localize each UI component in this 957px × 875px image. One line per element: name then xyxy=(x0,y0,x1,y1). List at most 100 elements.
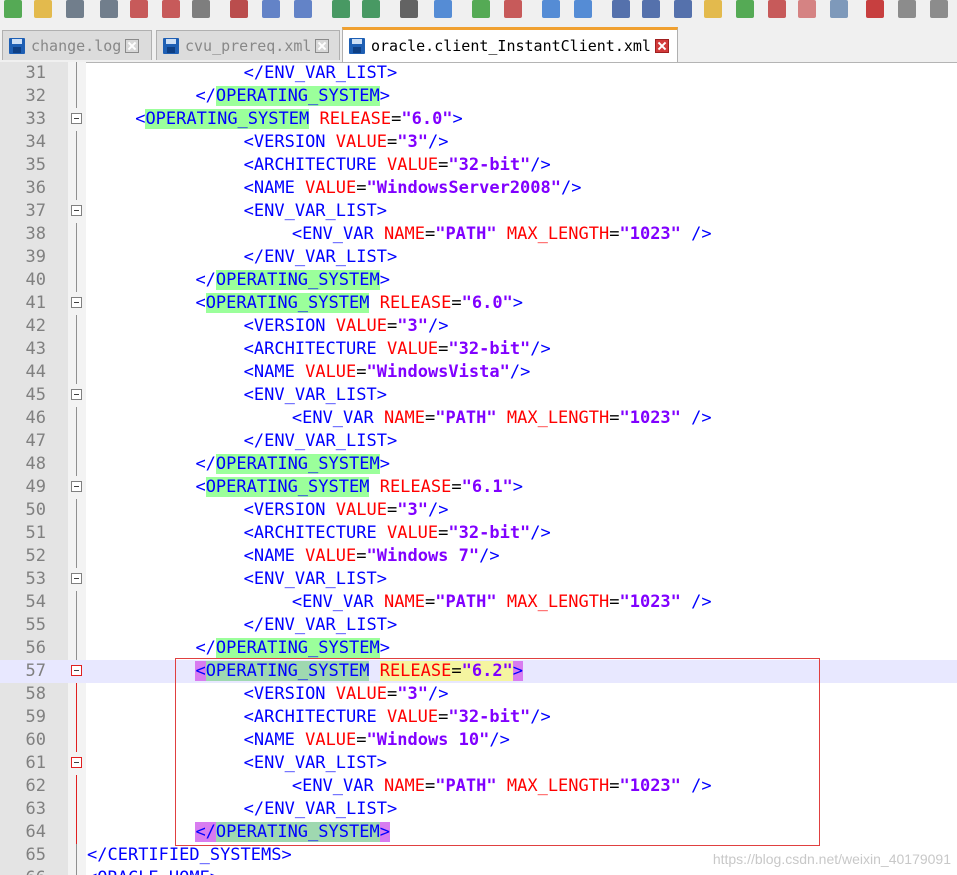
undo-icon[interactable] xyxy=(332,0,350,18)
fold-guide xyxy=(76,453,77,476)
save-all-icon[interactable] xyxy=(100,0,118,18)
fold-toggle-icon[interactable] xyxy=(71,665,82,676)
close-tab-icon[interactable] xyxy=(654,39,669,53)
cut-icon[interactable] xyxy=(230,0,248,18)
code-line[interactable]: 42 <VERSION VALUE="3"/> xyxy=(0,315,957,338)
fold-guide xyxy=(76,154,77,177)
token: < xyxy=(243,201,254,221)
close-tab-icon[interactable] xyxy=(315,38,330,53)
find-icon[interactable] xyxy=(400,0,418,18)
token: VALUE xyxy=(386,155,439,175)
fold-guide xyxy=(76,637,77,660)
line-number: 60 xyxy=(25,730,46,750)
code-line[interactable]: 33 <OPERATING_SYSTEM RELEASE="6.0"> xyxy=(0,108,957,131)
code-line[interactable]: 43 <ARCHITECTURE VALUE="32-bit"/> xyxy=(0,338,957,361)
fold-toggle-icon[interactable] xyxy=(71,297,82,308)
show-all-chars-icon[interactable] xyxy=(642,0,660,18)
fold-toggle-icon[interactable] xyxy=(71,481,82,492)
play-macro-icon[interactable] xyxy=(930,0,948,18)
paste-icon[interactable] xyxy=(294,0,312,18)
token: "6.0" xyxy=(401,109,453,129)
token: ENV_VAR_LIST xyxy=(264,615,387,635)
code-line[interactable]: 50 <VERSION VALUE="3"/> xyxy=(0,499,957,522)
code-line[interactable]: 36 <NAME VALUE="WindowsServer2008"/> xyxy=(0,177,957,200)
code-line[interactable]: 38 <ENV_VAR NAME="PATH" MAX_LENGTH="1023"… xyxy=(0,223,957,246)
indent-guide-icon[interactable] xyxy=(674,0,692,18)
fold-toggle-icon[interactable] xyxy=(71,205,82,216)
code-line[interactable]: 34 <VERSION VALUE="3"/> xyxy=(0,131,957,154)
code-line[interactable]: 40 </OPERATING_SYSTEM> xyxy=(0,269,957,292)
code-line[interactable]: 51 <ARCHITECTURE VALUE="32-bit"/> xyxy=(0,522,957,545)
fold-guide xyxy=(76,775,77,798)
code-line[interactable]: 39 </ENV_VAR_LIST> xyxy=(0,246,957,269)
token: OPERATING_SYSTEM xyxy=(145,109,310,129)
token: OPERATING_SYSTEM xyxy=(215,86,380,106)
code-line[interactable]: 48 </OPERATING_SYSTEM> xyxy=(0,453,957,476)
code-line[interactable]: 37 <ENV_VAR_LIST> xyxy=(0,200,957,223)
token: = xyxy=(356,546,367,566)
code-line[interactable]: 31 </ENV_VAR_LIST> xyxy=(0,62,957,85)
fold-guide xyxy=(76,729,77,752)
close-tab-icon[interactable] xyxy=(125,38,140,53)
code-line[interactable]: 49 <OPERATING_SYSTEM RELEASE="6.1"> xyxy=(0,476,957,499)
redo-icon[interactable] xyxy=(362,0,380,18)
code-line[interactable]: 32 </OPERATING_SYSTEM> xyxy=(0,85,957,108)
new-file-icon[interactable] xyxy=(4,0,22,18)
tab-oracle-client-instantclient-xml[interactable]: oracle.client_InstantClient.xml xyxy=(342,27,678,62)
close-all-icon[interactable] xyxy=(162,0,180,18)
token: MAX_LENGTH xyxy=(506,224,610,244)
replace-icon[interactable] xyxy=(434,0,452,18)
code-line[interactable]: 45 <ENV_VAR_LIST> xyxy=(0,384,957,407)
record-macro-icon[interactable] xyxy=(866,0,884,18)
token: ENV_VAR xyxy=(302,592,374,612)
sync-h-icon[interactable] xyxy=(574,0,592,18)
token: < xyxy=(243,569,254,589)
stop-macro-icon[interactable] xyxy=(898,0,916,18)
code-line[interactable]: 66 <ORACLE_HOME> xyxy=(0,867,957,875)
folder-workspace-icon[interactable] xyxy=(798,0,816,18)
token: /> xyxy=(691,408,712,428)
code-text: </ENV_VAR_LIST> xyxy=(244,430,398,453)
copy-icon[interactable] xyxy=(262,0,280,18)
sync-v-icon[interactable] xyxy=(542,0,560,18)
zoom-in-icon[interactable] xyxy=(472,0,490,18)
doc-map-icon[interactable] xyxy=(736,0,754,18)
code-text: <VERSION VALUE="3"/> xyxy=(244,131,449,154)
print-icon[interactable] xyxy=(192,0,210,18)
code-line[interactable]: 46 <ENV_VAR NAME="PATH" MAX_LENGTH="1023"… xyxy=(0,407,957,430)
monitor-icon[interactable] xyxy=(830,0,848,18)
close-icon[interactable] xyxy=(130,0,148,18)
code-line[interactable]: 53 <ENV_VAR_LIST> xyxy=(0,568,957,591)
function-list-icon[interactable] xyxy=(768,0,786,18)
line-number: 50 xyxy=(25,500,46,520)
fold-toggle-icon[interactable] xyxy=(71,573,82,584)
fold-guide xyxy=(76,821,77,844)
code-line[interactable]: 35 <ARCHITECTURE VALUE="32-bit"/> xyxy=(0,154,957,177)
tab-cvu-prereq-xml[interactable]: cvu_prereq.xml xyxy=(156,30,340,60)
line-number: 53 xyxy=(25,569,46,589)
tab-change-log[interactable]: change.log xyxy=(2,30,152,60)
save-icon[interactable] xyxy=(66,0,84,18)
fold-toggle-icon[interactable] xyxy=(71,757,82,768)
code-line[interactable]: 47 </ENV_VAR_LIST> xyxy=(0,430,957,453)
code-line[interactable]: 56 </OPERATING_SYSTEM> xyxy=(0,637,957,660)
code-line[interactable]: 54 <ENV_VAR NAME="PATH" MAX_LENGTH="1023"… xyxy=(0,591,957,614)
zoom-out-icon[interactable] xyxy=(504,0,522,18)
line-number: 64 xyxy=(25,822,46,842)
fold-toggle-icon[interactable] xyxy=(71,113,82,124)
language-icon[interactable] xyxy=(704,0,722,18)
code-line[interactable]: 44 <NAME VALUE="WindowsVista"/> xyxy=(0,361,957,384)
code-text: <ENV_VAR_LIST> xyxy=(244,200,387,223)
word-wrap-icon[interactable] xyxy=(612,0,630,18)
token: < xyxy=(291,224,303,244)
open-folder-icon[interactable] xyxy=(34,0,52,18)
fold-toggle-icon[interactable] xyxy=(71,389,82,400)
code-line[interactable]: 52 <NAME VALUE="Windows 7"/> xyxy=(0,545,957,568)
token: = xyxy=(609,224,620,244)
code-line[interactable]: 55 </ENV_VAR_LIST> xyxy=(0,614,957,637)
token: = xyxy=(424,592,436,612)
code-line[interactable]: 41 <OPERATING_SYSTEM RELEASE="6.0"> xyxy=(0,292,957,315)
